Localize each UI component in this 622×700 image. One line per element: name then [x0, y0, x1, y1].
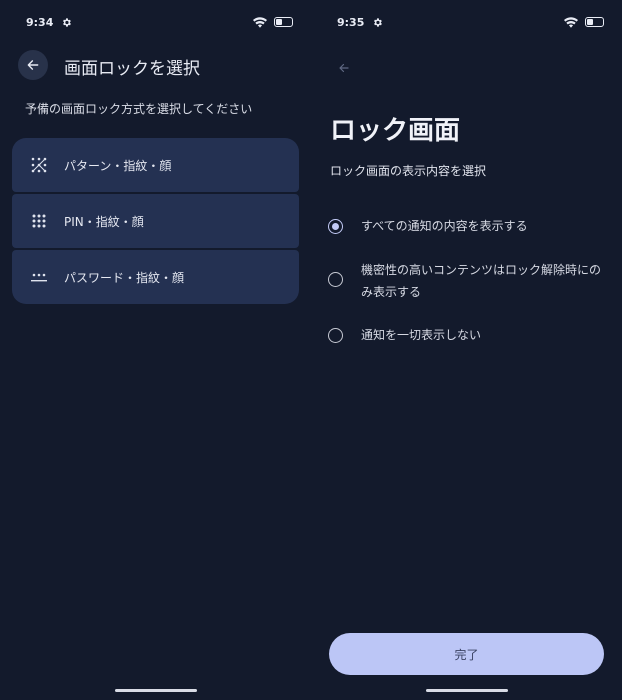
lock-option-label: パスワード・指紋・顔	[64, 270, 185, 285]
home-indicator[interactable]	[114, 689, 197, 692]
radio-button[interactable]	[328, 272, 343, 287]
back-button[interactable]	[18, 50, 48, 80]
lock-screen-settings-screen: 9:35 ロック画面 ロック画面の表示内容を選択 すべての通知の内容を表示する …	[311, 0, 622, 700]
arrow-left-icon	[27, 60, 39, 70]
wifi-icon	[564, 16, 578, 28]
status-bar: 9:34	[26, 14, 293, 30]
lock-option-pin[interactable]: PIN・指紋・顔	[12, 194, 299, 248]
lock-method-screen: 9:34 画面ロックを選択 予備の画面ロック方式を選択してください パターン・指…	[0, 0, 311, 700]
section-heading: ロック画面の表示内容を選択	[330, 164, 487, 178]
radio-label: すべての通知の内容を表示する	[361, 219, 528, 233]
status-time: 9:35	[337, 15, 365, 29]
wifi-icon	[253, 16, 267, 28]
status-time: 9:34	[26, 15, 54, 29]
page-title: ロック画面	[330, 116, 461, 146]
radio-label: 機密性の高いコンテンツはロック解除時にのみ表示する	[361, 263, 602, 299]
arrow-left-icon	[339, 63, 349, 73]
done-button[interactable]: 完了	[329, 633, 604, 675]
lock-option-label: PIN・指紋・顔	[64, 214, 144, 229]
pattern-icon	[31, 157, 47, 173]
password-icon	[31, 272, 47, 282]
status-bar: 9:35	[337, 14, 604, 30]
radio-option-hide-all[interactable]: 通知を一切表示しない	[328, 327, 601, 346]
settings-gear-icon	[61, 17, 72, 28]
battery-icon	[585, 17, 604, 27]
radio-label: 通知を一切表示しない	[361, 328, 482, 342]
pin-dots-icon	[31, 214, 47, 228]
settings-gear-icon	[372, 17, 383, 28]
radio-button[interactable]	[328, 328, 343, 343]
back-button[interactable]	[329, 53, 359, 83]
battery-icon	[274, 17, 293, 27]
lock-option-label: パターン・指紋・顔	[64, 158, 172, 173]
lock-option-password[interactable]: パスワード・指紋・顔	[12, 250, 299, 304]
page-subtitle: 予備の画面ロック方式を選択してください	[25, 102, 253, 116]
radio-option-show-all[interactable]: すべての通知の内容を表示する	[328, 218, 601, 237]
page-title: 画面ロックを選択	[64, 59, 200, 79]
lock-option-pattern[interactable]: パターン・指紋・顔	[12, 138, 299, 192]
radio-button-selected[interactable]	[328, 219, 343, 234]
home-indicator[interactable]	[425, 689, 508, 692]
radio-option-hide-sensitive[interactable]: 機密性の高いコンテンツはロック解除時にのみ表示する	[328, 262, 601, 303]
